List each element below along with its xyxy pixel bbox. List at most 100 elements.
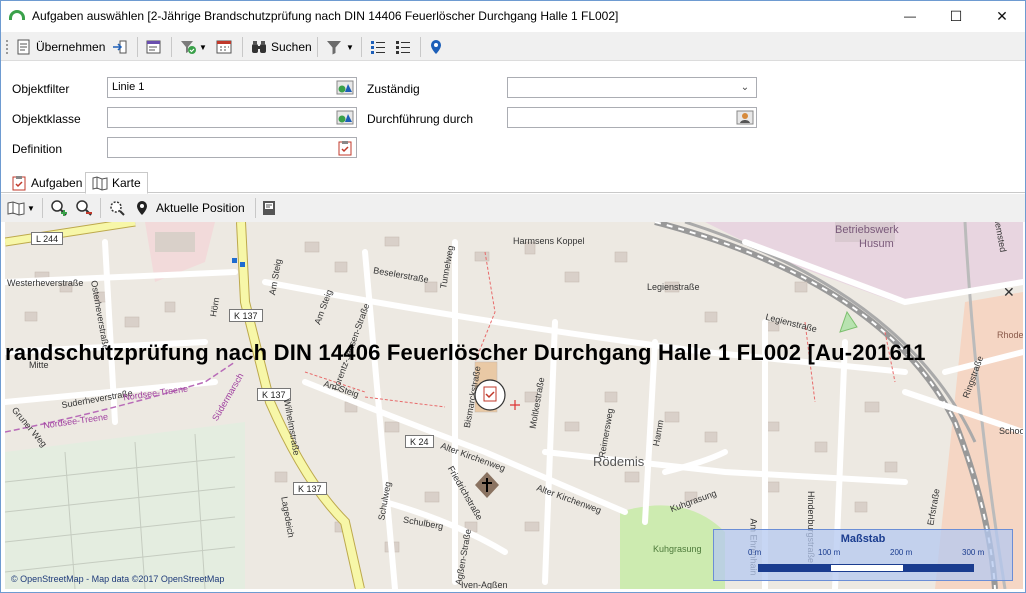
object-picker-icon: [336, 110, 354, 125]
object-picker-icon: [336, 80, 354, 95]
edit-list-button[interactable]: [145, 36, 163, 58]
tab-aufgaben[interactable]: Aufgaben: [5, 172, 88, 193]
calendar-icon: [216, 40, 232, 54]
toolbar-separator: [317, 37, 318, 57]
definition-field[interactable]: [107, 137, 357, 158]
area-label: Betriebswerk: [835, 224, 899, 236]
scale-bar: Maßstab 0 m 100 m 200 m 300 m: [713, 529, 1013, 581]
zoom-to-selection-button[interactable]: [108, 197, 126, 219]
toolbar-separator: [361, 37, 362, 57]
zoom-out-icon: [76, 200, 92, 216]
chevron-down-icon[interactable]: ⌄: [735, 79, 755, 96]
map-icon: [7, 201, 25, 216]
map-view[interactable]: L 244 K 137 K 137 K 24 K 137 Harmsens Ko…: [5, 222, 1023, 589]
street-label: Legienstraße: [647, 282, 700, 292]
scale-title: Maßstab: [840, 533, 886, 545]
edit-list-icon: [146, 40, 161, 54]
object-class-picker-button[interactable]: [335, 109, 355, 126]
toolbar-separator: [242, 37, 243, 57]
minimize-button[interactable]: —: [887, 1, 933, 31]
definition-label: Definition: [12, 142, 63, 156]
toolbar-separator: [42, 198, 43, 218]
clipboard-check-icon: [12, 175, 26, 190]
area-label: Kuhgrasung: [653, 544, 702, 554]
area-label: Husum: [859, 238, 894, 250]
objektklasse-label: Objektklasse: [12, 112, 81, 126]
legend-button[interactable]: [261, 197, 277, 219]
street-label: Westerheverstraße: [7, 278, 84, 288]
binoculars-icon: [252, 41, 266, 53]
street-label: Iven-Agßen: [461, 580, 508, 589]
chevron-down-icon: ▼: [199, 42, 207, 52]
document-icon: [17, 39, 30, 55]
close-button[interactable]: ✕: [979, 1, 1025, 31]
app-icon: [9, 10, 25, 20]
person-picker-button[interactable]: [735, 109, 755, 126]
window: Aufgaben auswählen [2-Jährige Brandschut…: [0, 0, 1026, 593]
definition-picker-button[interactable]: [335, 139, 355, 156]
map-pin-icon: [137, 201, 147, 215]
main-toolbar: Übernehmen ▼ Suchen ▼: [1, 32, 1025, 61]
map-pin-icon: [431, 40, 441, 54]
task-banner: randschutzprüfung nach DIN 14406 Feuerlö…: [5, 340, 926, 365]
map-attribution: © OpenStreetMap - Map data ©2017 OpenStr…: [11, 574, 225, 584]
book-icon: [263, 201, 275, 215]
road-label: K 137: [229, 309, 263, 322]
zoom-out-button[interactable]: [75, 197, 93, 219]
tab-bar: Aufgaben Karte: [1, 170, 1025, 194]
suchen-button[interactable]: Suchen: [250, 36, 312, 58]
chevron-down-icon: ▼: [346, 42, 354, 52]
durchfuehrung-field[interactable]: [507, 107, 757, 128]
aktuelle-position-label: Aktuelle Position: [156, 201, 245, 215]
scale-tick: 300 m: [962, 548, 985, 557]
tab-aufgaben-label: Aufgaben: [31, 175, 83, 190]
filter-check-button[interactable]: ▼: [179, 36, 207, 58]
toolbar-separator: [255, 198, 256, 218]
object-picker-button[interactable]: [335, 79, 355, 96]
funnel-icon: [327, 41, 341, 55]
list-button[interactable]: [394, 36, 412, 58]
tab-karte[interactable]: Karte: [85, 172, 148, 194]
map-overlay-close-icon[interactable]: ✕: [1003, 284, 1015, 301]
maximize-button[interactable]: ☐: [933, 1, 979, 31]
place-label: Rödemis: [593, 454, 645, 469]
map-layer-button[interactable]: ▼: [7, 197, 35, 219]
toolbar-separator: [100, 198, 101, 218]
road-label: K 24: [405, 435, 434, 448]
export-button[interactable]: [111, 36, 129, 58]
map-icon: [92, 176, 108, 191]
scale-tick: 0 m: [748, 548, 762, 557]
zustaendig-dropdown[interactable]: ⌄: [507, 77, 757, 98]
funnel-check-icon: [181, 41, 196, 54]
list-icon: [396, 41, 410, 54]
durchfuehrung-label: Durchführung durch: [367, 112, 474, 126]
location-button[interactable]: [427, 36, 445, 58]
zustaendig-label: Zuständig: [367, 82, 420, 96]
list-numbered-button[interactable]: [369, 36, 387, 58]
list-numbered-icon: [371, 41, 385, 54]
aktuelle-position-button[interactable]: Aktuelle Position: [134, 197, 245, 219]
road-label: L 244: [31, 232, 64, 245]
filter-button[interactable]: ▼: [325, 36, 354, 58]
toolbar-separator: [137, 37, 138, 57]
place-label: Rhode: [997, 330, 1023, 340]
objektklasse-field[interactable]: [107, 107, 357, 128]
window-title: Aufgaben auswählen [2-Jährige Brandschut…: [32, 9, 619, 23]
tab-karte-label: Karte: [112, 176, 141, 190]
zoom-in-button[interactable]: [50, 197, 68, 219]
uebernehmen-button[interactable]: Übernehmen: [15, 36, 105, 58]
calendar-button[interactable]: [215, 36, 233, 58]
person-picker-icon: [736, 110, 754, 125]
objektfilter-value: Linie 1: [112, 81, 145, 93]
street-label: Schoo: [999, 426, 1023, 436]
toolbar-grip: [5, 36, 9, 58]
filter-form: Objektfilter Linie 1 Objektklasse Defini…: [1, 62, 1025, 170]
scale-tick: 100 m: [818, 548, 841, 557]
uebernehmen-label: Übernehmen: [36, 40, 106, 54]
scale-tick: 200 m: [890, 548, 913, 557]
objektfilter-field[interactable]: Linie 1: [107, 77, 357, 98]
objektfilter-label: Objektfilter: [12, 82, 70, 96]
clipboard-check-icon: [338, 140, 352, 155]
scale-ruler: [758, 564, 974, 572]
toolbar-separator: [420, 37, 421, 57]
